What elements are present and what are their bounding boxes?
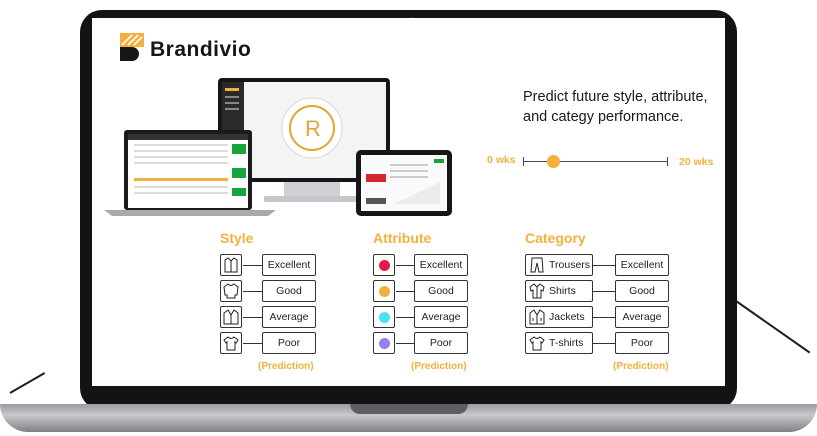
style-rating-poor: Poor [262,332,316,354]
slider-end-label: 20 wks [679,156,714,168]
sweater-icon [220,280,242,302]
connector-line [593,317,615,318]
tshirt-icon [220,332,242,354]
slider-start-label: 0 wks [487,154,516,166]
connector-line [243,265,262,266]
shirt-icon [220,254,242,276]
connector-line [396,291,414,292]
category-prediction-label: (Prediction) [613,361,669,372]
connector-line [243,291,262,292]
svg-text:R: R [305,116,321,141]
color-dot-icon [378,311,390,323]
background-line [9,372,46,394]
category-item-jackets: Jackets [525,306,593,328]
style-prediction-label: (Prediction) [258,361,314,372]
trousers-icon [530,257,544,273]
connector-line [243,317,262,318]
connector-line [396,317,414,318]
timeline-slider-thumb[interactable] [547,155,560,168]
color-dot-icon [378,285,390,297]
style-rating-good: Good [262,280,316,302]
style-rating-excellent: Excellent [262,254,316,276]
jacket-icon [529,309,545,325]
color-dot-icon [378,337,390,349]
attribute-color-swatch [373,332,395,354]
category-item-label: Shirts [549,285,576,297]
connector-line [243,343,262,344]
brand-name: Brandivio [150,38,252,61]
category-group-title: Category [525,230,586,246]
jacket-icon [220,306,242,328]
attribute-group-title: Attribute [373,230,432,246]
category-item-label: Jackets [549,311,585,323]
connector-line [396,265,414,266]
connector-line [593,291,615,292]
headline: Predict future style, attribute, and cat… [523,89,708,125]
connector-line [593,265,615,266]
category-rating-average: Average [615,306,669,328]
category-rating-excellent: Excellent [615,254,669,276]
attribute-rating-average: Average [414,306,468,328]
attribute-color-swatch [373,306,395,328]
slider-start-cap [523,157,524,166]
attribute-color-swatch [373,254,395,276]
category-item-shirts: Shirts [525,280,593,302]
connector-line [593,343,615,344]
laptop-base-notch [350,404,468,414]
attribute-prediction-label: (Prediction) [411,361,467,372]
style-group-title: Style [220,230,254,246]
category-item-label: T-shirts [549,337,584,349]
slider-end-cap [667,157,668,166]
category-item-trousers: Trousers [525,254,593,276]
category-item-tshirts: T-shirts [525,332,593,354]
shirt-icon [529,283,545,299]
style-rating-average: Average [262,306,316,328]
attribute-rating-good: Good [414,280,468,302]
device-mockups-image: R [104,78,452,216]
attribute-rating-excellent: Excellent [414,254,468,276]
category-rating-good: Good [615,280,669,302]
background-line [735,300,811,354]
color-dot-icon [378,259,390,271]
connector-line [396,343,414,344]
category-rating-poor: Poor [615,332,669,354]
category-item-label: Trousers [549,259,591,271]
attribute-rating-poor: Poor [414,332,468,354]
attribute-color-swatch [373,280,395,302]
brand-logo-icon [120,33,144,61]
timeline-slider-track[interactable] [523,161,667,162]
tshirt-icon [529,336,545,351]
